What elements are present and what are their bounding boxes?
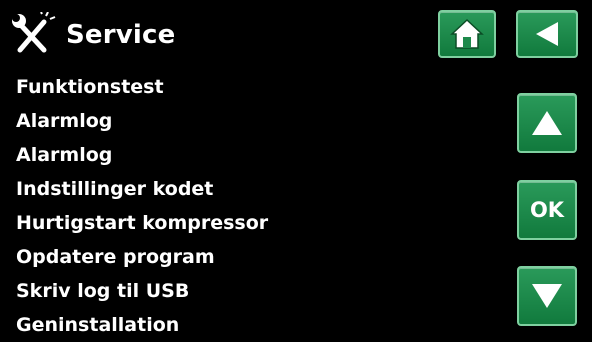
home-icon [450, 18, 484, 49]
menu-item-hurtigstart-kompressor[interactable]: Hurtigstart kompressor [16, 206, 268, 240]
tools-icon [12, 12, 56, 53]
page-title: Service [66, 20, 176, 50]
back-arrow-icon [536, 22, 558, 46]
up-arrow-icon [532, 111, 562, 135]
scroll-down-button[interactable] [517, 266, 577, 326]
menu-item-skriv-log-til-usb[interactable]: Skriv log til USB [16, 274, 268, 308]
back-button[interactable] [516, 10, 578, 58]
home-button[interactable] [438, 10, 496, 58]
ok-button[interactable]: OK [517, 180, 577, 240]
menu-item-opdatere-program[interactable]: Opdatere program [16, 240, 268, 274]
menu-item-indstillinger-kodet[interactable]: Indstillinger kodet [16, 172, 268, 206]
service-menu: Funktionstest Alarmlog Alarmlog Indstill… [16, 70, 268, 342]
menu-item-alarmlog-2[interactable]: Alarmlog [16, 138, 268, 172]
menu-item-geninstallation[interactable]: Geninstallation [16, 308, 268, 342]
down-arrow-icon [532, 284, 562, 308]
menu-item-alarmlog[interactable]: Alarmlog [16, 104, 268, 138]
page-header: Service [10, 12, 176, 58]
scroll-up-button[interactable] [517, 93, 577, 153]
menu-item-funktionstest[interactable]: Funktionstest [16, 70, 268, 104]
ok-label: OK [529, 198, 565, 222]
